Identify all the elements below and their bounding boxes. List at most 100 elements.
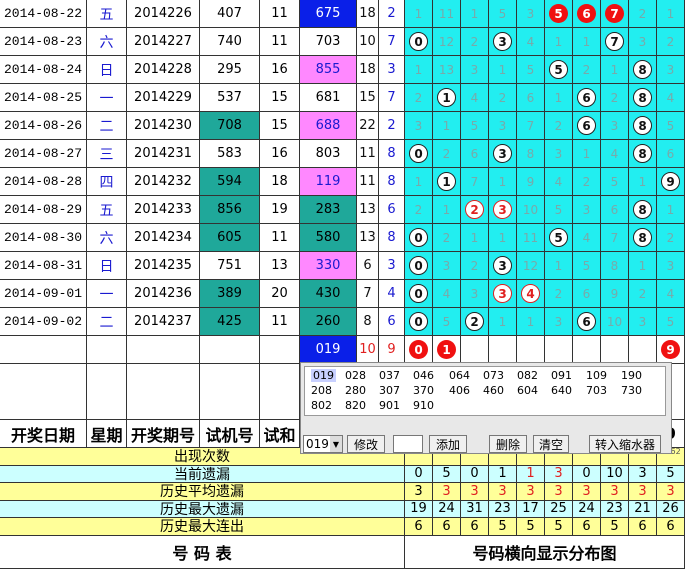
row-date: 2014-08-31: [0, 252, 87, 280]
ball: 1: [437, 172, 456, 191]
number-option[interactable]: 730: [621, 384, 642, 397]
dist-cell: 0: [405, 336, 433, 364]
number-option[interactable]: 082: [517, 369, 538, 382]
dist-cell: 4: [573, 224, 601, 252]
ball: 4: [521, 284, 540, 303]
row-span: 7: [379, 84, 405, 112]
dist-cell: 3: [489, 28, 517, 56]
dist-cell: 6: [517, 84, 545, 112]
number-option[interactable]: 028: [345, 369, 366, 382]
miss-count: 3: [638, 34, 647, 49]
dist-cell: 0: [405, 308, 433, 336]
number-option[interactable]: 019: [311, 369, 336, 382]
empty-cell: [87, 336, 127, 364]
clear-button[interactable]: 清空: [533, 435, 569, 453]
row-ts: 13: [260, 252, 300, 280]
dist-cell: 2: [657, 224, 685, 252]
number-option[interactable]: 091: [551, 369, 572, 382]
dist-cell: 3: [489, 140, 517, 168]
number-option[interactable]: 046: [413, 369, 434, 382]
miss-count: 1: [610, 62, 619, 77]
number-picker-popup[interactable]: 019 028 037 046 064 073 082 091 109 190 208 280 307 3…: [300, 362, 672, 454]
row-issue: 2014237: [127, 308, 200, 336]
dist-cell: 1: [461, 224, 489, 252]
number-input[interactable]: [393, 435, 423, 453]
number-option[interactable]: 307: [379, 384, 400, 397]
ball: 8: [633, 228, 652, 247]
dist-cell: 5: [517, 56, 545, 84]
dist-cell: 6: [573, 0, 601, 28]
select-value: 019: [306, 437, 329, 451]
ball: 6: [577, 4, 596, 23]
ball: 5: [549, 4, 568, 23]
stat-value: 6: [433, 518, 461, 536]
dist-cell: 2: [629, 0, 657, 28]
miss-count: 2: [582, 174, 591, 189]
dist-cell: 9: [601, 280, 629, 308]
number-option[interactable]: 820: [345, 399, 366, 412]
ball: 7: [605, 32, 624, 51]
stat-number: 0: [414, 466, 423, 482]
miss-count: 6: [526, 90, 535, 105]
miss-count: 3: [470, 286, 479, 301]
stat-value: 1: [489, 465, 517, 483]
number-option[interactable]: 208: [311, 384, 332, 397]
chevron-down-icon[interactable]: ▼: [330, 436, 342, 452]
dist-cell: 11: [433, 0, 461, 28]
transfer-button[interactable]: 转入缩水器: [589, 435, 661, 453]
stat-number: 23: [606, 501, 623, 517]
number-option[interactable]: 109: [586, 369, 607, 382]
number-option[interactable]: 280: [345, 384, 366, 397]
number-option[interactable]: 370: [413, 384, 434, 397]
stat-number: 3: [554, 466, 563, 482]
miss-count: 1: [666, 202, 675, 217]
dist-cell: 0: [405, 252, 433, 280]
modify-button[interactable]: 修改: [347, 435, 385, 453]
stat-number: 1: [526, 466, 535, 482]
dist-cell: 13: [433, 56, 461, 84]
number-option[interactable]: 460: [483, 384, 504, 397]
number-option[interactable]: 901: [379, 399, 400, 412]
dist-cell: 12: [433, 28, 461, 56]
stat-value: 0: [461, 465, 489, 483]
row-sum: 13: [357, 224, 379, 252]
number-option[interactable]: 703: [586, 384, 607, 397]
number-option[interactable]: 190: [621, 369, 642, 382]
row-sum: 22: [357, 112, 379, 140]
miss-count: 4: [526, 34, 535, 49]
miss-count: 11: [522, 230, 539, 245]
empty-cell: [260, 336, 300, 364]
miss-count: 2: [554, 286, 563, 301]
number-option[interactable]: 037: [379, 369, 400, 382]
dist-cell: 3: [461, 280, 489, 308]
number-option[interactable]: 910: [413, 399, 434, 412]
dist-cell: 1: [433, 168, 461, 196]
stat-number: 6: [638, 518, 647, 534]
number-grid[interactable]: 019 028 037 046 064 073 082 091 109 190 208 280 307 3…: [304, 366, 666, 416]
stat-value: 3: [433, 483, 461, 501]
row-span: 4: [379, 280, 405, 308]
number-option[interactable]: 640: [551, 384, 572, 397]
ball: 9: [661, 172, 680, 191]
row-sum: 10: [357, 28, 379, 56]
stat-value: 26: [657, 500, 685, 518]
number-option[interactable]: 064: [449, 369, 470, 382]
number-select[interactable]: 019 ▼: [303, 435, 343, 453]
number-option[interactable]: 406: [449, 384, 470, 397]
number-option[interactable]: 802: [311, 399, 332, 412]
number-option[interactable]: 073: [483, 369, 504, 382]
miss-count: 7: [610, 230, 619, 245]
row-span: 7: [379, 28, 405, 56]
dist-cell: 5: [545, 0, 573, 28]
stat-number: 3: [526, 483, 535, 499]
stat-number: 5: [498, 518, 507, 534]
miss-count: 3: [414, 118, 423, 133]
add-button[interactable]: 添加: [429, 435, 467, 453]
stat-value: 6: [461, 518, 489, 536]
ball: 0: [409, 32, 428, 51]
stat-value: 5: [489, 518, 517, 536]
delete-button[interactable]: 删除: [489, 435, 527, 453]
number-option[interactable]: 604: [517, 384, 538, 397]
dist-cell: 2: [629, 280, 657, 308]
ball: 3: [493, 256, 512, 275]
